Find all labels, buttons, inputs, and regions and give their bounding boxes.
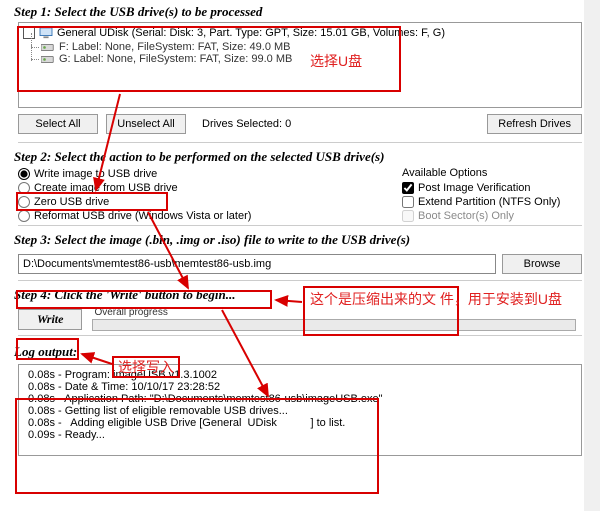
opt-post-verify-input[interactable] xyxy=(402,182,414,194)
opt-boot-sector-label: Boot Sector(s) Only xyxy=(418,210,514,222)
opt-post-verify[interactable]: Post Image Verification xyxy=(402,181,582,195)
overall-progress: Overall progress xyxy=(92,307,576,331)
unselect-all-button[interactable]: Unselect All xyxy=(106,114,186,134)
opt-boot-sector: Boot Sector(s) Only xyxy=(402,209,582,223)
browse-button[interactable]: Browse xyxy=(502,254,582,274)
log-output[interactable]: 0.08s - Program: imageUSB v1.3.1002 0.08… xyxy=(18,364,582,456)
radio-reformat-label: Reformat USB drive (Windows Vista or lat… xyxy=(34,210,251,222)
radio-create-image[interactable]: Create image from USB drive xyxy=(18,181,386,195)
opt-boot-sector-input xyxy=(402,210,414,222)
opt-extend-partition-input[interactable] xyxy=(402,196,414,208)
select-all-button[interactable]: Select All xyxy=(18,114,98,134)
step3-title: Step 3: Select the image (.bin, .img or … xyxy=(0,228,600,250)
radio-write-image-label: Write image to USB drive xyxy=(34,168,157,180)
write-row: Write Overall progress xyxy=(0,305,600,333)
refresh-drives-button[interactable]: Refresh Drives xyxy=(487,114,582,134)
drive-icon xyxy=(41,53,55,65)
radio-create-image-input[interactable] xyxy=(18,182,30,194)
window-scrollbar[interactable] xyxy=(584,0,600,511)
drives-selected-label: Drives Selected: 0 xyxy=(202,118,291,130)
write-button[interactable]: Write xyxy=(18,309,82,330)
usb-drive-tree[interactable]: General UDisk (Serial: Disk: 3, Part. Ty… xyxy=(18,22,582,108)
computer-icon xyxy=(39,27,53,39)
radio-zero-drive[interactable]: Zero USB drive xyxy=(18,195,386,209)
separator xyxy=(18,225,582,226)
available-options-title: Available Options xyxy=(402,167,582,179)
separator xyxy=(18,280,582,281)
checkbox-root[interactable] xyxy=(23,27,35,39)
overall-progress-label: Overall progress xyxy=(94,307,576,318)
tree-child-g[interactable]: G: Label: None, FileSystem: FAT, Size: 9… xyxy=(41,53,577,65)
overall-progress-bar xyxy=(92,319,576,331)
action-radio-group: Write image to USB drive Create image fr… xyxy=(18,167,386,223)
step2-title: Step 2: Select the action to be performe… xyxy=(0,145,600,167)
tree-child-f-label: F: Label: None, FileSystem: FAT, Size: 4… xyxy=(59,41,291,53)
image-path-input[interactable] xyxy=(18,254,496,274)
tree-child-f[interactable]: F: Label: None, FileSystem: FAT, Size: 4… xyxy=(41,41,577,53)
tree-child-g-label: G: Label: None, FileSystem: FAT, Size: 9… xyxy=(59,53,292,65)
radio-reformat-input[interactable] xyxy=(18,210,30,222)
radio-create-image-label: Create image from USB drive xyxy=(34,182,178,194)
radio-write-image-input[interactable] xyxy=(18,168,30,180)
radio-zero-drive-label: Zero USB drive xyxy=(34,196,109,208)
step1-button-row: Select All Unselect All Drives Selected:… xyxy=(0,108,600,140)
drive-icon xyxy=(41,41,55,53)
opt-extend-partition[interactable]: Extend Partition (NTFS Only) xyxy=(402,195,582,209)
radio-reformat[interactable]: Reformat USB drive (Windows Vista or lat… xyxy=(18,209,386,223)
log-title: Log output: xyxy=(0,338,600,362)
separator xyxy=(18,142,582,143)
image-path-row: Browse xyxy=(0,250,600,278)
tree-root-label: General UDisk (Serial: Disk: 3, Part. Ty… xyxy=(57,27,445,39)
step4-title: Step 4: Click the 'Write' button to begi… xyxy=(0,283,600,305)
separator xyxy=(18,335,582,336)
available-options: Available Options Post Image Verificatio… xyxy=(402,167,582,223)
opt-extend-partition-label: Extend Partition (NTFS Only) xyxy=(418,196,560,208)
tree-root-general-udisk[interactable]: General UDisk (Serial: Disk: 3, Part. Ty… xyxy=(23,27,577,39)
step1-title: Step 1: Select the USB drive(s) to be pr… xyxy=(0,0,600,22)
radio-write-image[interactable]: Write image to USB drive xyxy=(18,167,386,181)
opt-post-verify-label: Post Image Verification xyxy=(418,182,531,194)
radio-zero-drive-input[interactable] xyxy=(18,196,30,208)
